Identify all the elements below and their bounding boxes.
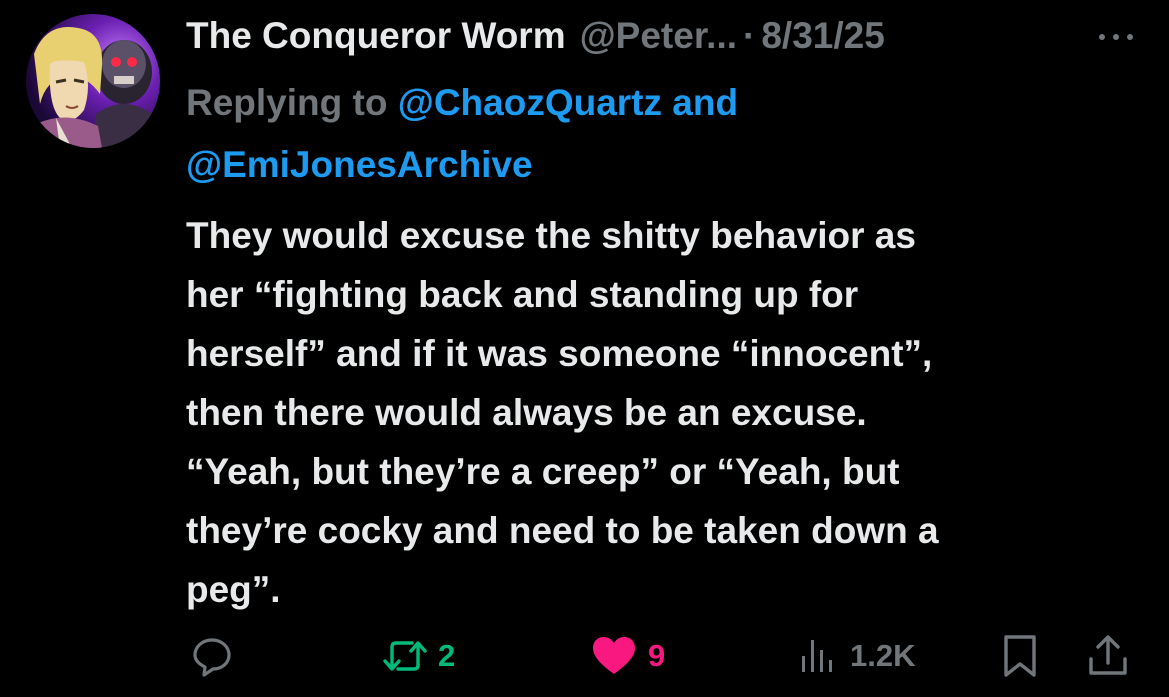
tweet-body-line: herself” and if it was someone “innocent…: [186, 333, 933, 374]
mention-joiner: and: [672, 82, 739, 123]
tweet-body-line: “Yeah, but they’re a creep” or “Yeah, bu…: [186, 451, 900, 492]
tweet-body-line: They would excuse the shitty behavior as: [186, 215, 916, 256]
tweet-body-line: they’re cocky and need to be taken down …: [186, 510, 939, 551]
heart-icon: [593, 637, 635, 674]
tweet-header: The Conqueror Worm @Peter... · 8/31/25: [186, 12, 885, 60]
reply-bubble-icon: [193, 638, 231, 677]
mention-link[interactable]: @ChaozQuartz: [398, 82, 662, 123]
more-options-button[interactable]: [1094, 22, 1138, 52]
retweet-button[interactable]: 2: [382, 628, 455, 684]
action-bar: 2 9 1.2K: [0, 628, 1169, 688]
reply-button[interactable]: [190, 628, 234, 684]
user-handle[interactable]: @Peter...: [580, 12, 737, 60]
more-horizontal-icon: [1099, 34, 1133, 40]
retweet-count: 2: [438, 638, 456, 673]
views-button[interactable]: 1.2K: [796, 628, 915, 684]
bookmark-icon: [1004, 635, 1036, 677]
replying-to: Replying to @ChaozQuartz and @EmiJonesAr…: [186, 72, 1086, 196]
tweet-date[interactable]: 8/31/25: [761, 12, 884, 60]
replying-to-label: Replying to: [186, 82, 388, 123]
like-count: 9: [648, 638, 666, 673]
bookmark-button[interactable]: [998, 628, 1042, 684]
avatar[interactable]: [26, 14, 160, 148]
avatar-image: [26, 14, 160, 148]
tweet-body-line: peg”.: [186, 569, 281, 610]
share-button[interactable]: [1086, 628, 1130, 684]
tweet-body-line: her “fighting back and standing up for: [186, 274, 859, 315]
display-name[interactable]: The Conqueror Worm: [186, 12, 566, 60]
like-button[interactable]: 9: [590, 628, 665, 684]
separator-dot: ·: [743, 15, 756, 56]
mention-link[interactable]: @EmiJonesArchive: [186, 144, 533, 185]
retweet-icon: [383, 641, 427, 671]
tweet-body-line: then there would always be an excuse.: [186, 392, 867, 433]
share-icon: [1089, 635, 1127, 675]
views-bars-icon: [802, 640, 832, 672]
views-count: 1.2K: [850, 638, 916, 673]
tweet: The Conqueror Worm @Peter... · 8/31/25 R…: [0, 0, 1169, 697]
tweet-body: They would excuse the shitty behavior as…: [186, 206, 1146, 619]
